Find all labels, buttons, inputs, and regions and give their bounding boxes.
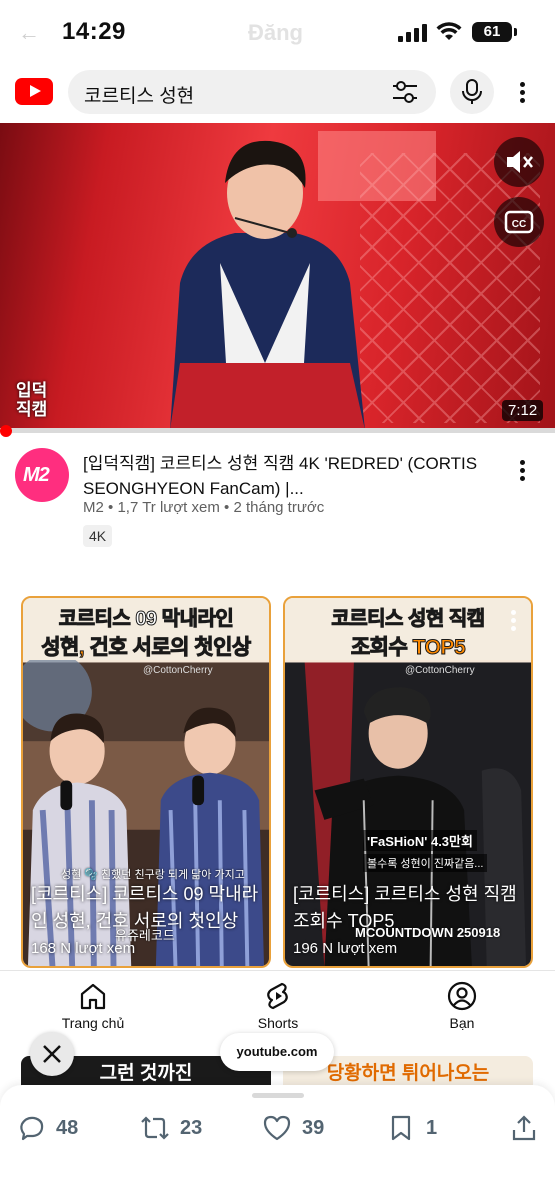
reply-count: 48: [56, 1117, 79, 1139]
retweet-button[interactable]: 23: [140, 1113, 220, 1143]
nav-shorts-label: Shorts: [257, 1015, 299, 1031]
shorts-views: 168 N lượt xem: [31, 940, 136, 957]
back-arrow-icon[interactable]: ←: [18, 20, 40, 46]
like-button[interactable]: 39: [262, 1113, 342, 1143]
bookmark-button[interactable]: 1: [388, 1113, 448, 1143]
channel-badge: 입덕 직캠: [16, 381, 48, 419]
reply-button[interactable]: 48: [18, 1113, 98, 1143]
nav-home-label: Trang chủ: [61, 1015, 125, 1031]
closed-captions-icon: CC: [504, 210, 534, 234]
watermark: @CottonCherry: [143, 665, 213, 676]
cellular-signal-icon: [398, 24, 427, 42]
underlying-page-title: Đăng: [248, 20, 303, 45]
shorts-card[interactable]: 코르티스 성현 직캠 조회수 TOP5 @CottonCherry 'FaSHi…: [283, 596, 533, 968]
nav-shorts[interactable]: Shorts: [250, 981, 306, 1031]
heart-icon: [263, 1115, 291, 1141]
search-query[interactable]: 코르티스 성현: [84, 81, 194, 108]
shorts-options-icon[interactable]: [511, 610, 517, 632]
shorts-subtitle: 성현 🫧 친했던 친구랑 되게 닮아 가지고: [61, 869, 245, 881]
performer-thumbnail: [170, 140, 365, 430]
shorts-views: 196 N lượt xem: [293, 940, 398, 957]
retweet-count: 23: [180, 1117, 203, 1139]
captions-button[interactable]: CC: [494, 197, 544, 247]
microphone-icon: [462, 79, 482, 104]
filter-icon[interactable]: [392, 80, 418, 104]
progress-scrubber[interactable]: [0, 425, 12, 437]
more-options-icon[interactable]: [520, 82, 526, 104]
video-meta: M2 • 1,7 Tr lượt xem • 2 tháng trước: [83, 499, 325, 516]
share-button[interactable]: [510, 1113, 540, 1143]
like-count: 39: [302, 1117, 325, 1139]
profile-icon: [447, 981, 477, 1011]
shorts-subtitle-2: 볼수록 성현이 진짜같음...: [363, 854, 488, 872]
shorts-card[interactable]: 코르티스 09 막내라인 성현, 건호 서로의 첫인상 @CottonCherr…: [21, 596, 271, 968]
youtube-logo-icon[interactable]: [15, 78, 53, 105]
watermark: @CottonCherry: [405, 665, 475, 676]
speaker-muted-icon: [507, 151, 533, 173]
bookmark-icon: [391, 1115, 411, 1141]
share-icon: [512, 1115, 536, 1141]
search-bar[interactable]: 코르티스 성현: [68, 70, 436, 114]
close-button[interactable]: [30, 1032, 74, 1076]
video-player[interactable]: 입덕 직캠 CC 7:12: [0, 123, 555, 430]
voice-search-button[interactable]: [450, 70, 494, 114]
status-bar: ← 14:29 Đăng 61: [0, 0, 555, 64]
bottom-navigation: Trang chủ Shorts Bạn: [0, 970, 555, 1042]
tweet-action-bar: 48 23 39 1: [0, 1085, 555, 1200]
shorts-subtitle: 'FaSHioN' 4.3만회: [363, 830, 477, 851]
video-options-icon[interactable]: [520, 460, 526, 482]
nav-you-label: Bạn: [449, 1015, 475, 1031]
channel-avatar[interactable]: M2: [15, 448, 69, 502]
retweet-icon: [141, 1116, 169, 1140]
url-pill[interactable]: youtube.com: [220, 1033, 334, 1071]
close-icon: [43, 1045, 61, 1063]
bookmark-count: 1: [426, 1117, 438, 1139]
wifi-icon: [436, 22, 462, 40]
nav-home[interactable]: Trang chủ: [60, 981, 126, 1031]
quality-badge: 4K: [83, 525, 113, 547]
shorts-header: 코르티스 09 막내라인 성현, 건호 서로의 첫인상: [23, 598, 269, 660]
stage-fence: [360, 153, 540, 423]
reply-icon: [20, 1116, 44, 1141]
clock: 14:29: [62, 18, 126, 45]
shorts-icon: [267, 982, 288, 1010]
shorts-header: 코르티스 성현 직캠 조회수 TOP5: [285, 598, 531, 660]
nav-you[interactable]: Bạn: [440, 981, 484, 1031]
battery-indicator: 61: [472, 22, 517, 42]
home-icon: [80, 983, 106, 1010]
overlay-label: MCOUNTDOWN 250918: [355, 925, 501, 940]
drag-handle[interactable]: [252, 1093, 304, 1098]
svg-text:CC: CC: [512, 219, 526, 230]
video-title[interactable]: [입덕직캠] 코르티스 성현 직캠 4K 'REDRED' (CORTIS SE…: [83, 451, 493, 501]
video-progress-bar[interactable]: [0, 425, 555, 437]
video-duration: 7:12: [502, 400, 544, 421]
mute-button[interactable]: [494, 137, 544, 187]
